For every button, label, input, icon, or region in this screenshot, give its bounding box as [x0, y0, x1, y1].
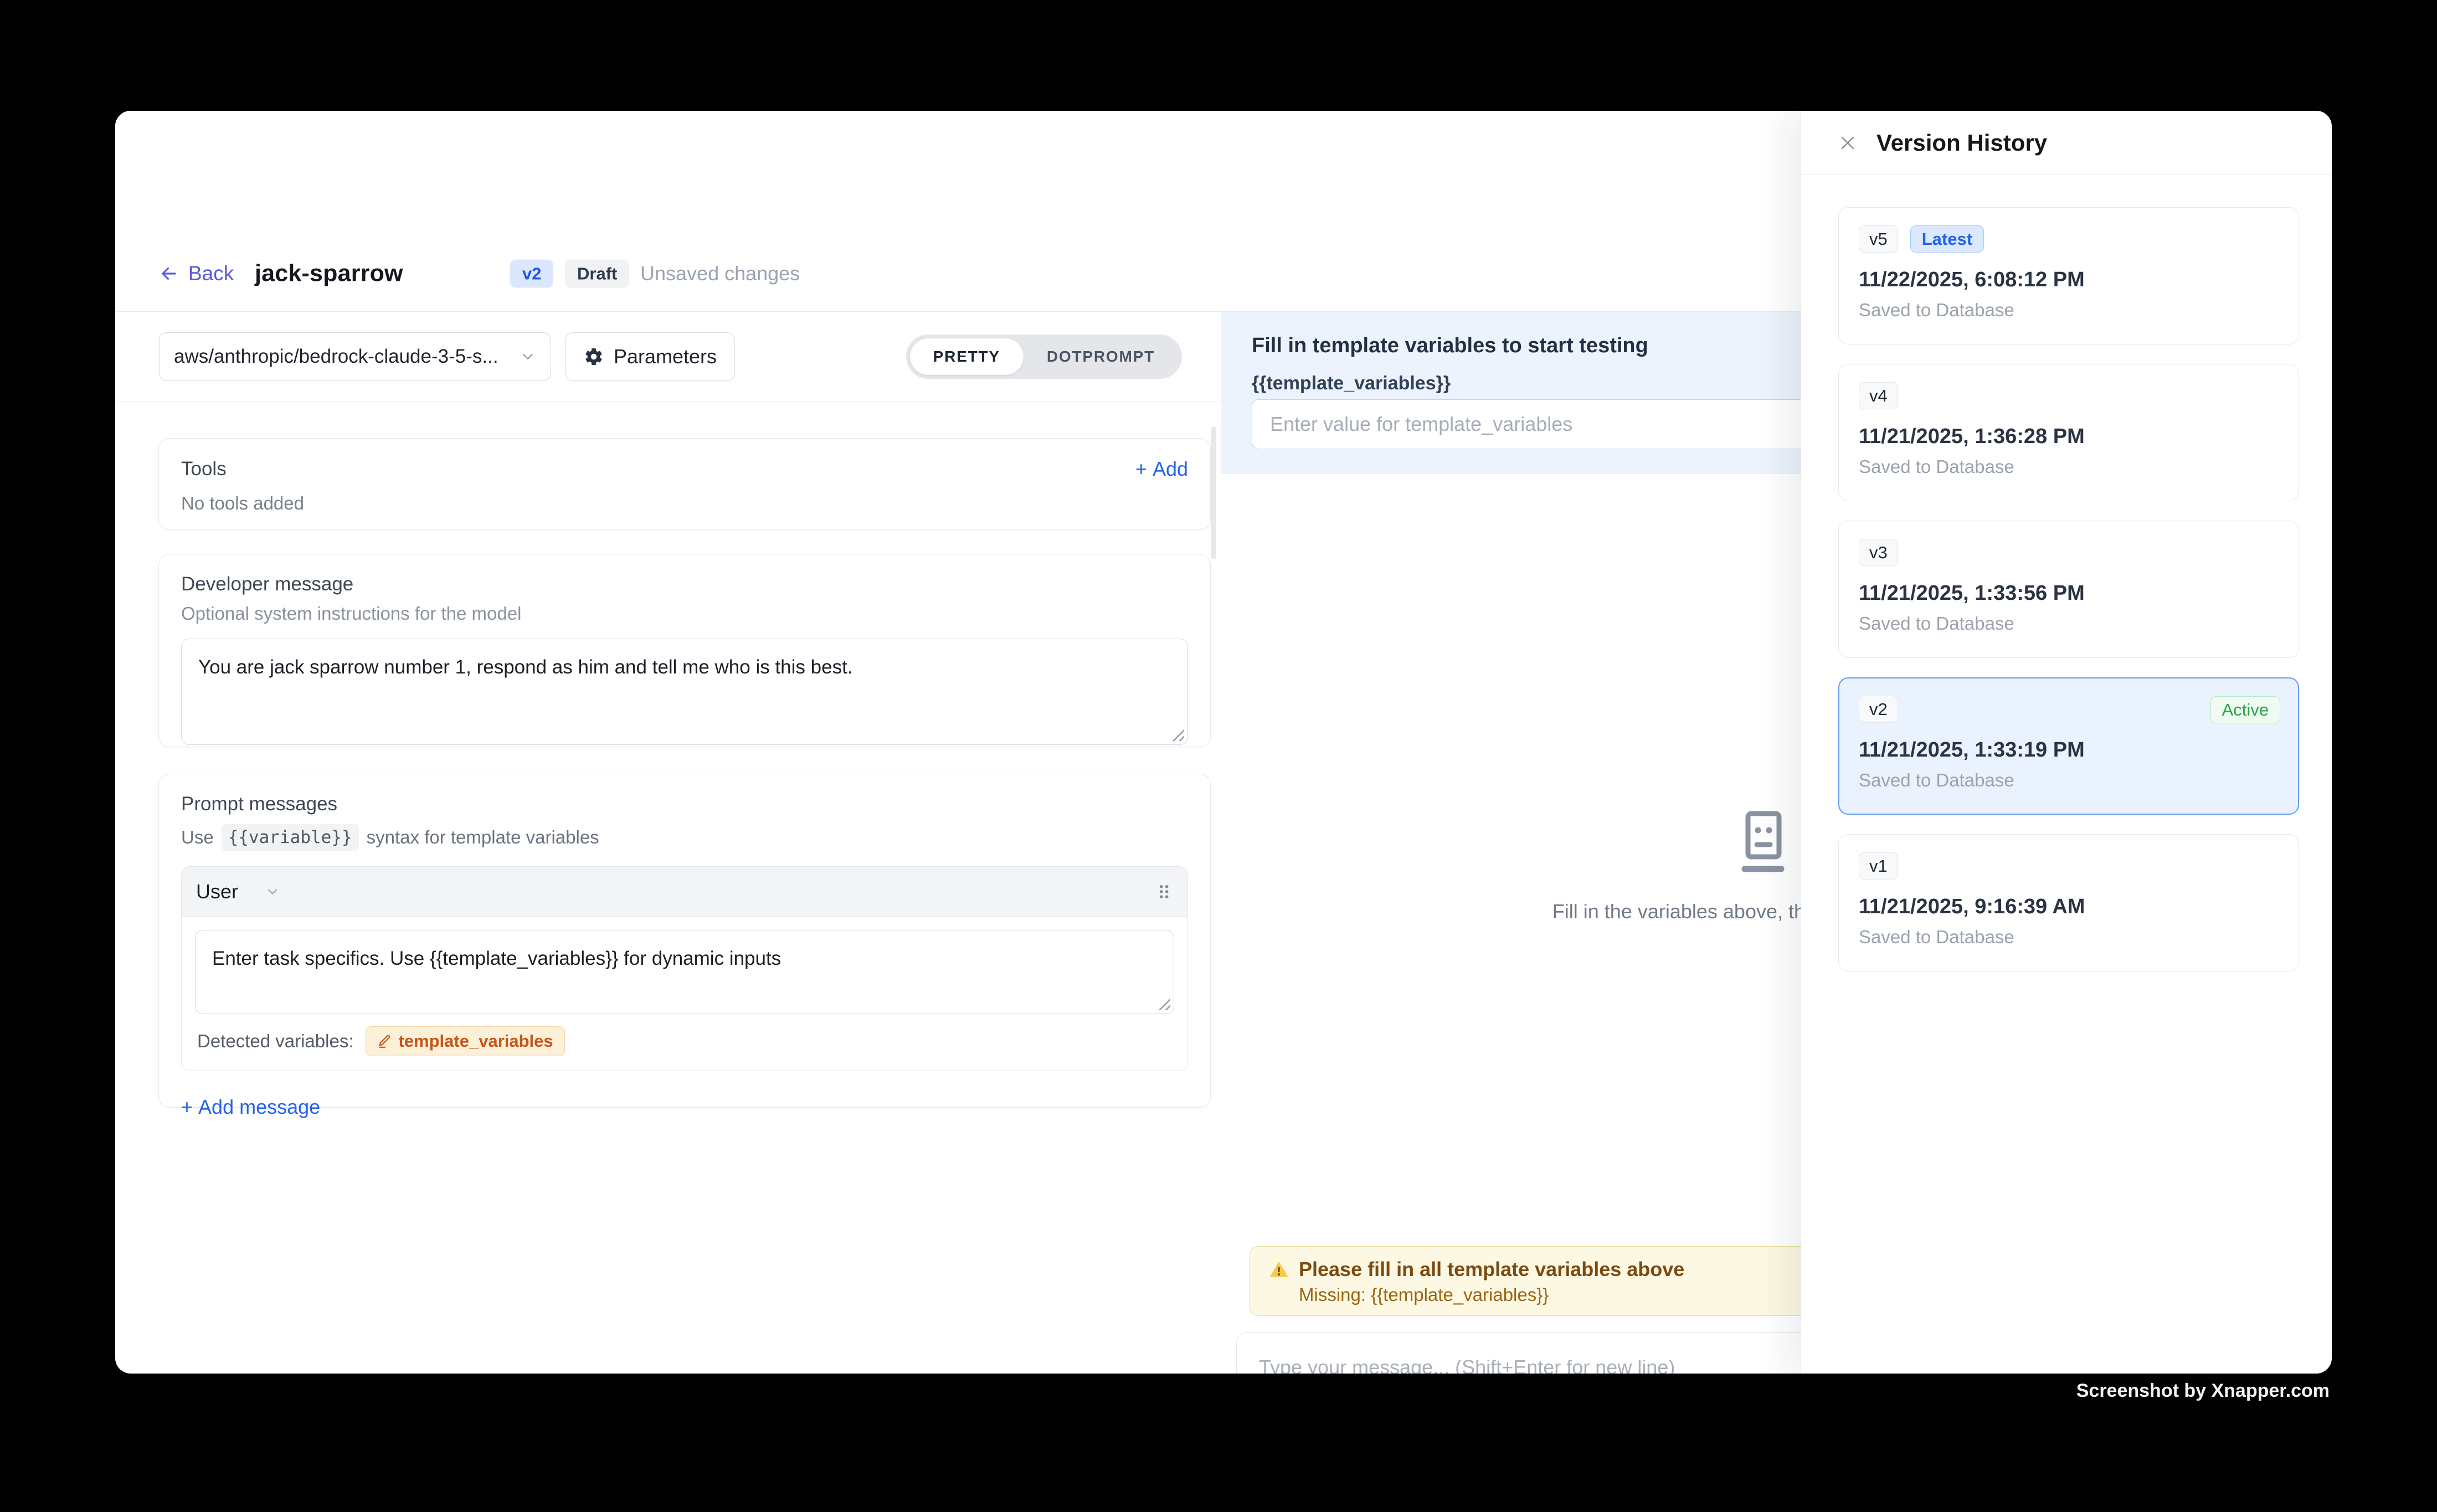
- model-selector-value: aws/anthropic/bedrock-claude-3-5-s...: [174, 346, 498, 368]
- gear-icon: [584, 347, 604, 367]
- message-content-input[interactable]: Enter task specifics. Use {{template_var…: [196, 930, 1174, 1014]
- scrollbar-thumb[interactable]: [1211, 426, 1216, 559]
- version-timestamp: 11/21/2025, 1:33:56 PM: [1859, 582, 2279, 605]
- status-badge: Draft: [565, 260, 629, 288]
- add-message-button[interactable]: + Add message: [181, 1096, 320, 1119]
- desktop-background: Back jack-sparrow v2 Draft Unsaved chang…: [0, 0, 2437, 1512]
- editor-toolbar: aws/anthropic/bedrock-claude-3-5-s... Pa…: [115, 312, 1221, 402]
- version-timestamp: 11/21/2025, 9:16:39 AM: [1859, 895, 2279, 919]
- version-status: Saved to Database: [1859, 613, 2279, 634]
- variable-syntax-chip: {{variable}}: [222, 824, 359, 851]
- developer-message-title: Developer message: [181, 573, 1188, 595]
- detected-variable-name: template_variables: [398, 1031, 553, 1051]
- page-title: jack-sparrow: [255, 260, 403, 287]
- version-history-header: Version History: [1801, 111, 2332, 175]
- version-badge: v2: [510, 260, 553, 288]
- message-header: User: [182, 867, 1187, 917]
- template-variable-label: {{template_variables}}: [1252, 373, 1451, 394]
- pencil-icon: [377, 1034, 392, 1048]
- version-card-v2[interactable]: v2 Active 11/21/2025, 1:33:19 PM Saved t…: [1838, 677, 2299, 815]
- app-window: Back jack-sparrow v2 Draft Unsaved chang…: [115, 111, 2332, 1374]
- plus-icon: +: [1135, 457, 1147, 481]
- prompt-messages-section: Prompt messages Use {{variable}} syntax …: [158, 774, 1211, 1108]
- toggle-option-dotprompt[interactable]: DOTPROMPT: [1024, 338, 1178, 375]
- model-selector[interactable]: aws/anthropic/bedrock-claude-3-5-s...: [159, 332, 551, 381]
- chevron-down-icon: [265, 884, 280, 899]
- version-status: Saved to Database: [1859, 770, 2279, 791]
- message-block: User Enter task specifics. Use {{templat…: [181, 866, 1188, 1071]
- add-message-label: Add message: [198, 1096, 320, 1119]
- version-card-v1[interactable]: v1 11/21/2025, 9:16:39 AM Saved to Datab…: [1838, 834, 2299, 971]
- prompt-messages-title: Prompt messages: [181, 793, 1188, 815]
- tools-empty-text: No tools added: [181, 493, 1188, 514]
- version-card-v4[interactable]: v4 11/21/2025, 1:36:28 PM Saved to Datab…: [1838, 364, 2299, 501]
- add-tool-button[interactable]: + Add: [1135, 457, 1188, 481]
- version-list: v5 Latest 11/22/2025, 6:08:12 PM Saved t…: [1801, 175, 2332, 1374]
- developer-message-subtitle: Optional system instructions for the mod…: [181, 603, 1188, 624]
- version-number-badge: v1: [1859, 852, 1898, 880]
- subtitle-prefix: Use: [181, 827, 214, 848]
- add-tool-label: Add: [1153, 457, 1188, 481]
- tools-section: Tools + Add No tools added: [158, 438, 1211, 530]
- parameters-label: Parameters: [614, 345, 717, 368]
- back-arrow-icon: [158, 263, 179, 284]
- detected-variables-label: Detected variables:: [197, 1031, 353, 1052]
- plus-icon: +: [181, 1096, 193, 1119]
- version-status: Saved to Database: [1859, 927, 2279, 948]
- unsaved-changes-text: Unsaved changes: [640, 262, 800, 285]
- version-number-badge: v2: [1859, 696, 1898, 723]
- role-selector[interactable]: User: [196, 880, 280, 903]
- latest-badge: Latest: [1910, 225, 1984, 253]
- watermark-text: Screenshot by Xnapper.com: [2076, 1380, 2330, 1402]
- parameters-button[interactable]: Parameters: [565, 332, 735, 381]
- detected-variable-chip[interactable]: template_variables: [366, 1026, 564, 1056]
- version-status: Saved to Database: [1859, 300, 2279, 321]
- version-status: Saved to Database: [1859, 456, 2279, 477]
- warning-title: Please fill in all template variables ab…: [1299, 1258, 1684, 1281]
- version-timestamp: 11/21/2025, 1:33:19 PM: [1859, 738, 2279, 762]
- version-number-badge: v4: [1859, 382, 1898, 409]
- warning-triangle-icon: [1269, 1259, 1289, 1279]
- close-icon[interactable]: [1838, 133, 1858, 153]
- resize-handle-icon[interactable]: [1170, 727, 1184, 741]
- robot-face-icon: [1737, 810, 1789, 875]
- version-history-panel: Version History v5 Latest 11/22/2025, 6:…: [1801, 111, 2332, 1374]
- resize-handle-icon[interactable]: [1156, 996, 1170, 1010]
- version-timestamp: 11/22/2025, 6:08:12 PM: [1859, 268, 2279, 292]
- subtitle-suffix: syntax for template variables: [367, 827, 599, 848]
- version-card-v5[interactable]: v5 Latest 11/22/2025, 6:08:12 PM Saved t…: [1838, 207, 2299, 344]
- back-label: Back: [188, 262, 234, 285]
- role-selector-value: User: [196, 880, 238, 903]
- chevron-down-icon: [520, 348, 536, 365]
- toggle-option-pretty[interactable]: PRETTY: [910, 338, 1024, 375]
- developer-message-section: Developer message Optional system instru…: [158, 554, 1211, 747]
- format-toggle: PRETTY DOTPROMPT: [906, 335, 1182, 379]
- prompt-messages-subtitle: Use {{variable}} syntax for template var…: [181, 824, 1188, 851]
- active-badge: Active: [2210, 696, 2280, 723]
- tools-title: Tools: [181, 458, 227, 480]
- detected-variables-row: Detected variables: template_variables: [182, 1014, 1187, 1071]
- version-timestamp: 11/21/2025, 1:36:28 PM: [1859, 425, 2279, 449]
- back-button[interactable]: Back: [158, 262, 234, 285]
- page-header: Back jack-sparrow v2 Draft Unsaved chang…: [115, 111, 1221, 312]
- template-variables-title: Fill in template variables to start test…: [1252, 334, 1648, 358]
- developer-message-input[interactable]: You are jack sparrow number 1, respond a…: [182, 639, 1187, 744]
- version-card-v3[interactable]: v3 11/21/2025, 1:33:56 PM Saved to Datab…: [1838, 521, 2299, 658]
- version-number-badge: v3: [1859, 539, 1898, 566]
- version-history-title: Version History: [1876, 130, 2047, 156]
- drag-handle-icon[interactable]: [1154, 882, 1173, 901]
- version-number-badge: v5: [1859, 225, 1898, 253]
